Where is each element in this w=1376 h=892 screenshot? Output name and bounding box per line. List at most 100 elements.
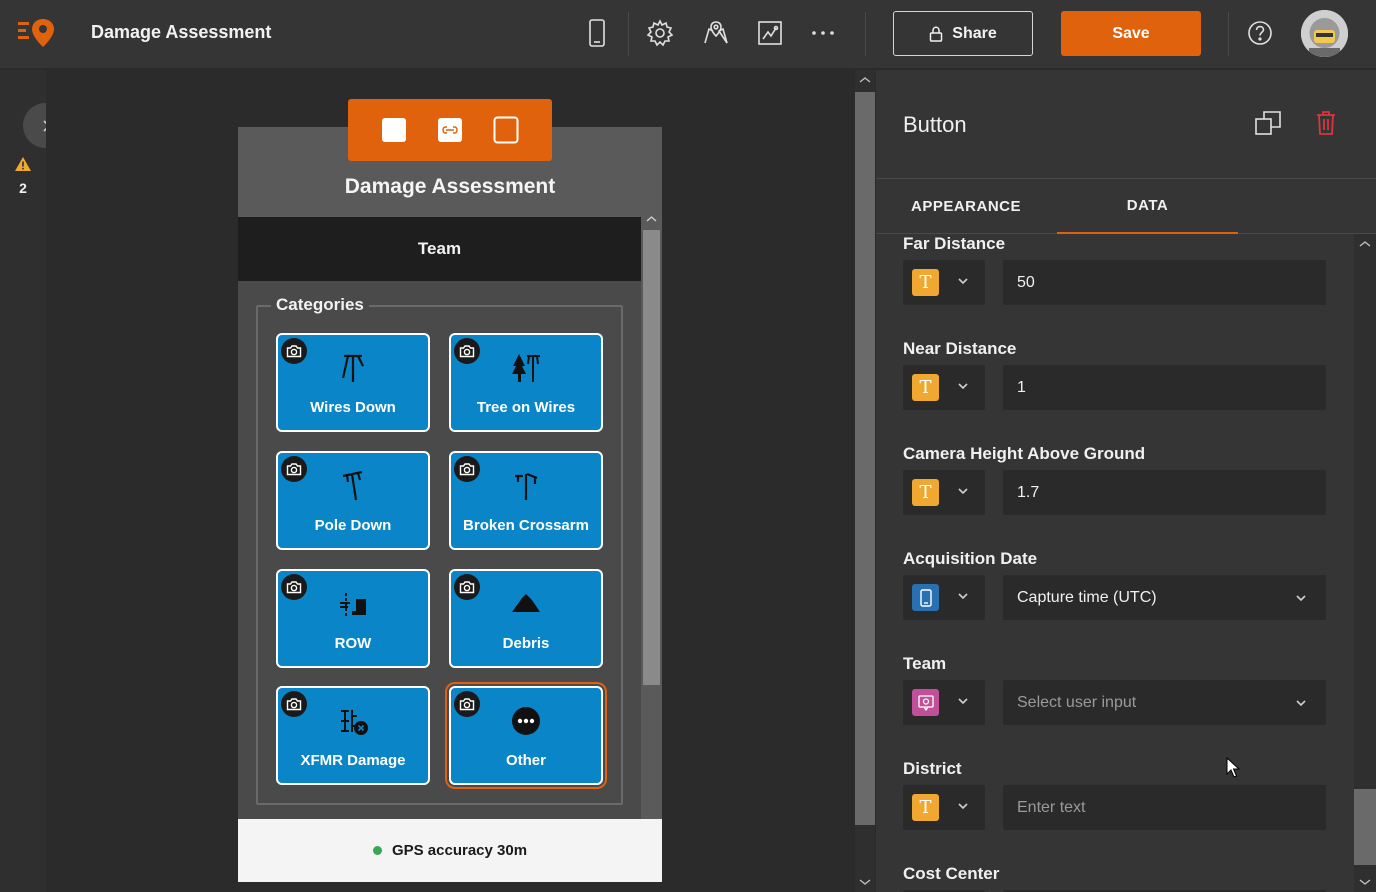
- app-title: Damage Assessment: [91, 22, 272, 42]
- link-style-button[interactable]: [436, 116, 464, 144]
- lock-icon: [930, 25, 943, 42]
- chevron-down-icon: [1294, 591, 1308, 605]
- category-tile-label: Debris: [502, 635, 550, 652]
- outline-style-button[interactable]: [492, 116, 520, 144]
- chevron-down-icon: [956, 379, 970, 393]
- help-icon[interactable]: [1243, 16, 1277, 50]
- categories-group-label: Categories: [271, 295, 369, 315]
- share-label: Share: [952, 24, 997, 42]
- duplicate-icon[interactable]: [1253, 108, 1283, 138]
- panel-scroll-thumb[interactable]: [1354, 789, 1376, 865]
- device-type-icon: [912, 584, 939, 611]
- field-value-input[interactable]: 1: [1003, 365, 1326, 410]
- chevron-down-icon: [956, 274, 970, 288]
- phone-preview-icon[interactable]: [580, 16, 614, 50]
- map-icon[interactable]: [699, 16, 733, 50]
- broken-crossarm-icon: [451, 469, 601, 503]
- category-tile-label: Broken Crossarm: [463, 517, 589, 534]
- value-type-select[interactable]: T: [903, 785, 985, 830]
- category-tile-label: Pole Down: [314, 517, 392, 534]
- square-filled-icon: [382, 118, 406, 142]
- share-button[interactable]: Share: [893, 11, 1033, 56]
- square-outline-icon: [493, 116, 519, 144]
- chevron-down-icon: [956, 799, 970, 813]
- field-value-input[interactable]: 1.7: [1003, 470, 1326, 515]
- top-bar: Damage Assessment Share Save: [0, 0, 1376, 69]
- canvas-scroll-thumb[interactable]: [855, 92, 875, 825]
- mouse-cursor-icon: [1226, 757, 1240, 778]
- tree-on-wires-icon: [451, 351, 601, 385]
- tab-appearance[interactable]: APPEARANCE: [876, 179, 1056, 234]
- field-label: Camera Height Above Ground: [903, 444, 1146, 463]
- field-value-input[interactable]: Enter text: [1003, 785, 1326, 830]
- warning-count: 2: [19, 180, 27, 196]
- category-tile-label: XFMR Damage: [300, 752, 406, 769]
- chevron-down-icon: [1294, 696, 1308, 710]
- category-tile[interactable]: Broken Crossarm: [449, 451, 603, 550]
- element-toolbar: [348, 99, 552, 161]
- value-type-select[interactable]: T: [903, 365, 985, 410]
- value-type-select[interactable]: [903, 680, 985, 725]
- category-tile[interactable]: Pole Down: [276, 451, 430, 550]
- category-tile[interactable]: XFMR Damage: [276, 686, 430, 785]
- preview-scroll-thumb[interactable]: [643, 230, 660, 685]
- data-form: Far Distance T 50 Near Distance T 1 Camera Hei…: [876, 234, 1354, 892]
- user-input-type-icon: [912, 689, 939, 716]
- gps-status-bar: GPS accuracy 30m: [238, 819, 662, 882]
- more-icon[interactable]: [806, 16, 840, 50]
- link-icon: [438, 118, 462, 142]
- category-tile[interactable]: Tree on Wires: [449, 333, 603, 432]
- value-type-select[interactable]: [903, 575, 985, 620]
- delete-icon[interactable]: [1311, 108, 1341, 138]
- toolbar-separator: [628, 12, 629, 56]
- panel-tabs: APPEARANCE DATA: [876, 179, 1376, 234]
- chevron-down-icon: [956, 589, 970, 603]
- field-value-text: 1.7: [1017, 483, 1040, 501]
- field-value-text: 50: [1017, 273, 1035, 291]
- fill-style-button[interactable]: [380, 116, 408, 144]
- user-avatar[interactable]: [1301, 10, 1348, 57]
- tab-data[interactable]: DATA: [1057, 179, 1238, 234]
- field-value-input[interactable]: Select user input: [1003, 680, 1326, 725]
- panel-title: Button: [903, 112, 967, 137]
- field-label: Cost Center: [903, 864, 1000, 883]
- value-type-select[interactable]: T: [903, 260, 985, 305]
- app-logo-icon[interactable]: [16, 16, 56, 50]
- category-tile[interactable]: Debris: [449, 569, 603, 668]
- value-type-select[interactable]: T: [903, 470, 985, 515]
- text-type-icon: T: [912, 794, 939, 821]
- preview-scrollbar[interactable]: [641, 209, 662, 819]
- gps-status-dot: [372, 846, 382, 855]
- field-value-text: 1: [1017, 378, 1026, 396]
- phone-preview: Damage Assessment Team Categories Wires …: [238, 127, 662, 882]
- field-value-input[interactable]: Capture time (UTC): [1003, 575, 1326, 620]
- canvas-scrollbar[interactable]: [855, 70, 875, 892]
- other-icon: [451, 704, 601, 738]
- category-tile-label: Tree on Wires: [476, 399, 576, 416]
- field-label: District: [903, 759, 962, 778]
- category-tile-label: ROW: [334, 635, 372, 652]
- category-tile[interactable]: Other: [449, 686, 603, 785]
- field-label: Team: [903, 654, 947, 673]
- debris-icon: [451, 587, 601, 621]
- field-value-input[interactable]: 50: [1003, 260, 1326, 305]
- toolbar-separator: [1228, 12, 1229, 56]
- team-question[interactable]: Team: [238, 217, 641, 281]
- save-button[interactable]: Save: [1061, 11, 1201, 56]
- text-type-icon: T: [912, 269, 939, 296]
- xfmr-damage-icon: [278, 704, 428, 738]
- survey-icon[interactable]: [753, 16, 787, 50]
- text-type-icon: T: [912, 479, 939, 506]
- field-label: Acquisition Date: [903, 549, 1038, 568]
- warning-icon[interactable]: [13, 156, 33, 177]
- form-title: Damage Assessment: [344, 175, 556, 198]
- wires-down-icon: [278, 351, 428, 385]
- category-tile[interactable]: Wires Down: [276, 333, 430, 432]
- row-icon: [278, 587, 428, 621]
- pole-down-icon: [278, 469, 428, 503]
- field-label: Far Distance: [903, 234, 1006, 253]
- category-tile[interactable]: ROW: [276, 569, 430, 668]
- panel-scrollbar[interactable]: [1354, 234, 1376, 892]
- settings-icon[interactable]: [643, 16, 677, 50]
- properties-panel: Button APPEARANCE DATA Far Distance T 50 Ne…: [876, 70, 1376, 892]
